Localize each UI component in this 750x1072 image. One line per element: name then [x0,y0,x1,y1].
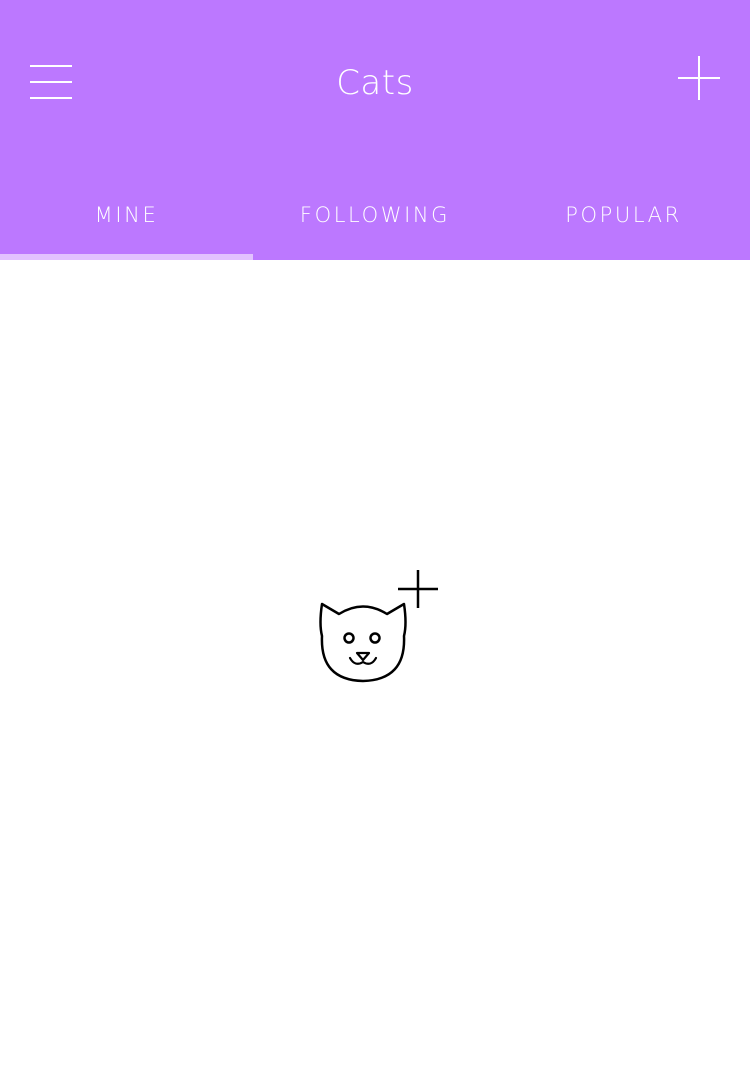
hamburger-menu-icon [30,65,72,99]
add-cat-button[interactable] [315,566,443,688]
tab-bar: MINE FOLLOWING POPULAR [0,180,750,260]
header-bar: Cats MINE FOLLOWING POPULAR [0,0,750,260]
tab-popular-label: POPULAR [565,203,682,227]
page-title: Cats [336,63,414,103]
tab-mine[interactable]: MINE [0,180,253,260]
add-button[interactable] [668,46,730,110]
tab-popular[interactable]: POPULAR [497,180,750,260]
app-screen: Cats MINE FOLLOWING POPULAR [0,0,750,1072]
selected-tab-indicator [0,254,253,260]
plus-icon [678,56,720,100]
tab-mine-label: MINE [94,203,159,227]
add-cat-icon [319,570,438,683]
tab-following[interactable]: FOLLOWING [253,180,497,260]
menu-button[interactable] [20,56,82,110]
tab-following-label: FOLLOWING [299,203,451,227]
